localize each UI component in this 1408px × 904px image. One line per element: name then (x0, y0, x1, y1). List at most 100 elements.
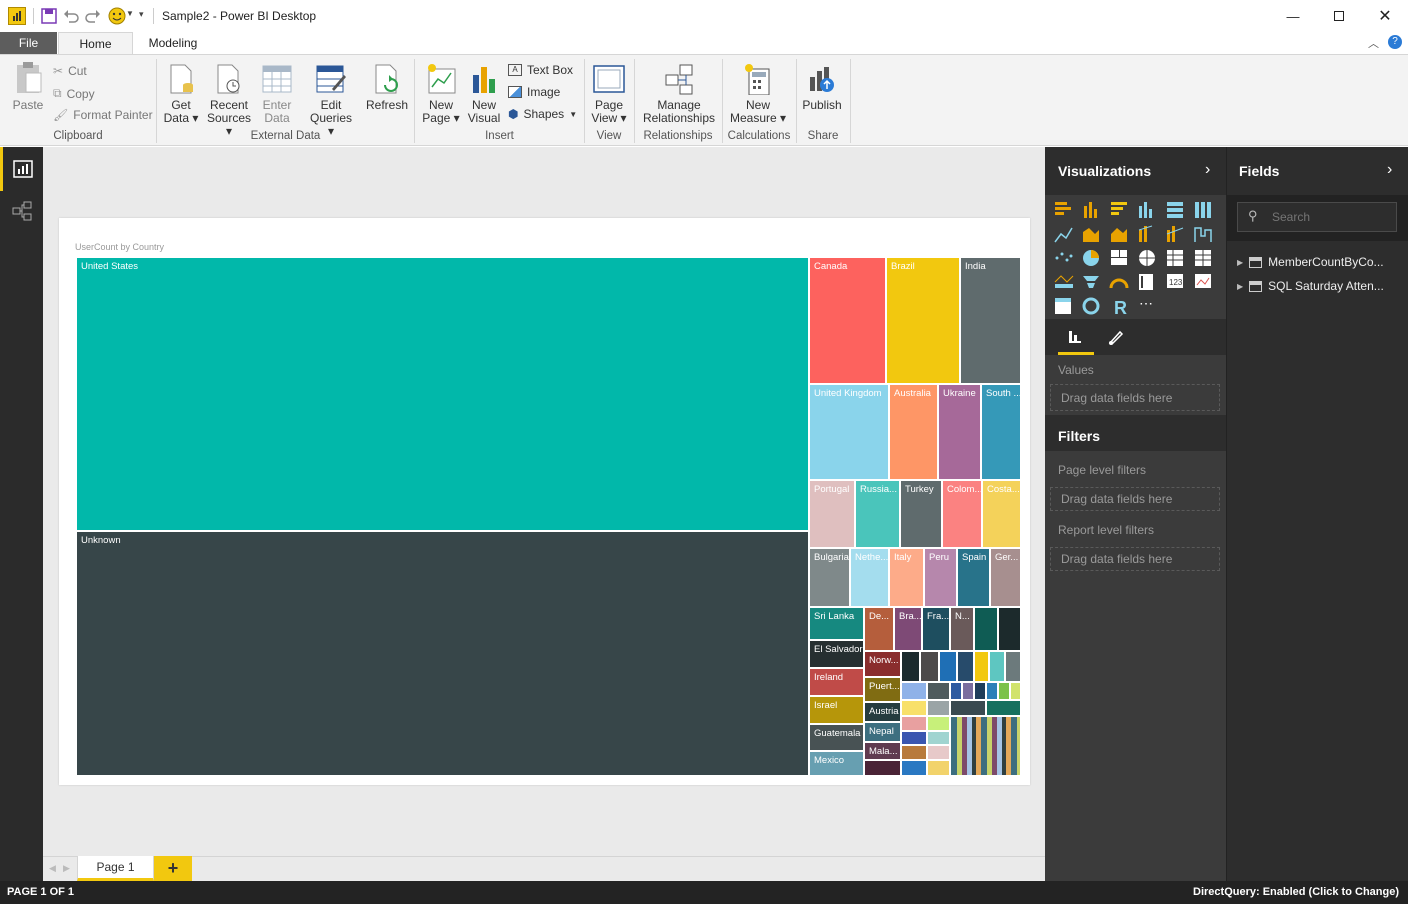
treemap-tile[interactable]: Mexico (809, 751, 864, 776)
refresh-button[interactable]: Refresh (364, 61, 410, 121)
treemap-tile[interactable]: Portugal (809, 480, 855, 548)
treemap-tile[interactable]: Ukraine (938, 384, 981, 480)
treemap-tile[interactable] (901, 731, 927, 745)
treemap-tile[interactable]: Sri Lanka (809, 607, 864, 640)
treemap-tile[interactable] (927, 760, 950, 776)
tab-home[interactable]: Home (58, 32, 133, 55)
search-input[interactable] (1272, 208, 1392, 226)
treemap-tile[interactable] (1005, 651, 1021, 682)
cut-button[interactable]: ✂ Cut (53, 64, 87, 78)
visual-types-icons[interactable]: 123 R ⋯ (1053, 200, 1221, 318)
treemap-tile[interactable]: El Salvador (809, 640, 864, 668)
treemap-tile[interactable] (1010, 682, 1021, 700)
treemap-tile[interactable]: Italy (889, 548, 924, 607)
relationships-view-button[interactable] (0, 191, 43, 231)
treemap-tile[interactable] (920, 651, 939, 682)
treemap-tile[interactable] (927, 716, 950, 731)
treemap-tile[interactable] (957, 651, 974, 682)
help-icon[interactable]: ? (1388, 35, 1402, 49)
treemap-tile[interactable]: United States (76, 257, 809, 531)
treemap-tile[interactable] (998, 607, 1021, 651)
treemap-tile[interactable]: Nethe... (850, 548, 889, 607)
treemap-tile[interactable] (986, 700, 1021, 716)
treemap-tile[interactable]: Mala... (864, 742, 901, 760)
paste-button[interactable]: Paste (8, 61, 48, 117)
treemap-tile[interactable]: Peru (924, 548, 957, 607)
format-painter-button[interactable]: 🖌 Format Painter (53, 108, 153, 122)
undo-icon[interactable] (63, 8, 79, 24)
treemap-tile[interactable]: India (960, 257, 1021, 384)
treemap-tile[interactable] (998, 682, 1010, 700)
treemap-tile[interactable] (927, 745, 950, 760)
treemap-tile[interactable]: Canada (809, 257, 886, 384)
scroll-right-icon[interactable]: ▶ (63, 863, 70, 874)
copy-button[interactable]: ⧉ Copy (53, 86, 95, 101)
values-drop-zone[interactable]: Drag data fields here (1050, 384, 1220, 411)
powerbi-logo-icon[interactable] (8, 7, 26, 25)
fields-well-tab[interactable] (1058, 319, 1094, 355)
report-filters-drop-zone[interactable]: Drag data fields here (1050, 547, 1220, 571)
treemap-tiny-tiles[interactable] (950, 716, 1021, 776)
treemap-tile[interactable]: Australia (889, 384, 938, 480)
tab-file[interactable]: File (0, 32, 57, 54)
treemap-tile[interactable]: Spain (957, 548, 990, 607)
treemap-tile[interactable] (927, 731, 950, 745)
treemap-tile[interactable] (974, 607, 998, 651)
minimize-button[interactable]: — (1270, 0, 1316, 32)
scroll-left-icon[interactable]: ◀ (49, 863, 56, 874)
treemap-tile[interactable]: N... (950, 607, 974, 651)
treemap-tile[interactable] (901, 682, 927, 700)
collapse-ribbon-icon[interactable]: ︿ (1368, 35, 1379, 51)
treemap-tile[interactable]: Ireland (809, 668, 864, 696)
treemap-tile[interactable]: Israel (809, 696, 864, 724)
maximize-button[interactable] (1316, 0, 1362, 32)
new-visual-button[interactable]: New Visual (464, 61, 504, 129)
treemap-tile[interactable] (901, 760, 927, 776)
treemap-visual[interactable]: United States Unknown Canada Brazil Indi… (76, 257, 1021, 776)
treemap-tile[interactable] (962, 682, 974, 700)
treemap-tile[interactable] (901, 700, 927, 716)
treemap-tile[interactable]: Colom... (942, 480, 982, 548)
treemap-tile[interactable]: Russia... (855, 480, 900, 548)
report-view-button[interactable] (0, 147, 43, 191)
page-view-button[interactable]: Page View ▾ (589, 61, 629, 129)
treemap-tile[interactable] (939, 651, 957, 682)
treemap-tile[interactable]: Norw... (864, 651, 901, 677)
treemap-tile[interactable]: De... (864, 607, 894, 651)
smiley-icon[interactable] (108, 7, 126, 25)
treemap-tile[interactable]: Nepal (864, 722, 901, 742)
add-page-button[interactable]: + (154, 856, 192, 881)
tab-modeling[interactable]: Modeling (134, 32, 212, 54)
treemap-tile[interactable]: Guatemala (809, 724, 864, 751)
treemap-tile[interactable] (974, 682, 986, 700)
close-button[interactable]: ✕ (1362, 0, 1408, 32)
treemap-tile[interactable] (974, 651, 989, 682)
treemap-tile[interactable] (901, 745, 927, 760)
treemap-tile[interactable] (986, 682, 998, 700)
treemap-tile[interactable] (927, 682, 950, 700)
treemap-tile[interactable]: South ... (981, 384, 1021, 480)
treemap-tile[interactable]: Costa... (982, 480, 1021, 548)
field-table-item[interactable]: ▶ SQL Saturday Atten... (1237, 277, 1407, 295)
treemap-tile[interactable]: Bra... (894, 607, 922, 651)
new-measure-button[interactable]: New Measure ▾ (728, 61, 788, 129)
text-box-button[interactable]: A Text Box (508, 63, 573, 77)
treemap-tile[interactable]: Puert... (864, 677, 901, 702)
treemap-tile[interactable]: Unknown (76, 531, 809, 776)
directquery-status[interactable]: DirectQuery: Enabled (Click to Change) (1193, 886, 1399, 898)
treemap-tile[interactable] (927, 700, 950, 716)
publish-button[interactable]: Publish (800, 61, 844, 121)
image-button[interactable]: Image (508, 85, 560, 99)
treemap-tile[interactable]: Turkey (900, 480, 942, 548)
customize-qat-icon[interactable]: ▾ (139, 9, 144, 20)
page-tab-1[interactable]: Page 1 (77, 856, 154, 881)
treemap-tile[interactable]: Ger... (990, 548, 1021, 607)
recent-sources-button[interactable]: Recent Sources ▾ (203, 61, 255, 138)
manage-relationships-button[interactable]: Manage Relationships (640, 61, 718, 129)
new-page-button[interactable]: New Page ▾ (421, 61, 461, 129)
treemap-tile[interactable]: Brazil (886, 257, 960, 384)
treemap-tile[interactable]: Austria (864, 702, 901, 722)
treemap-tile[interactable] (901, 651, 920, 682)
treemap-tile[interactable] (950, 700, 986, 716)
edit-queries-button[interactable]: Edit Queries ▾ (308, 61, 354, 138)
